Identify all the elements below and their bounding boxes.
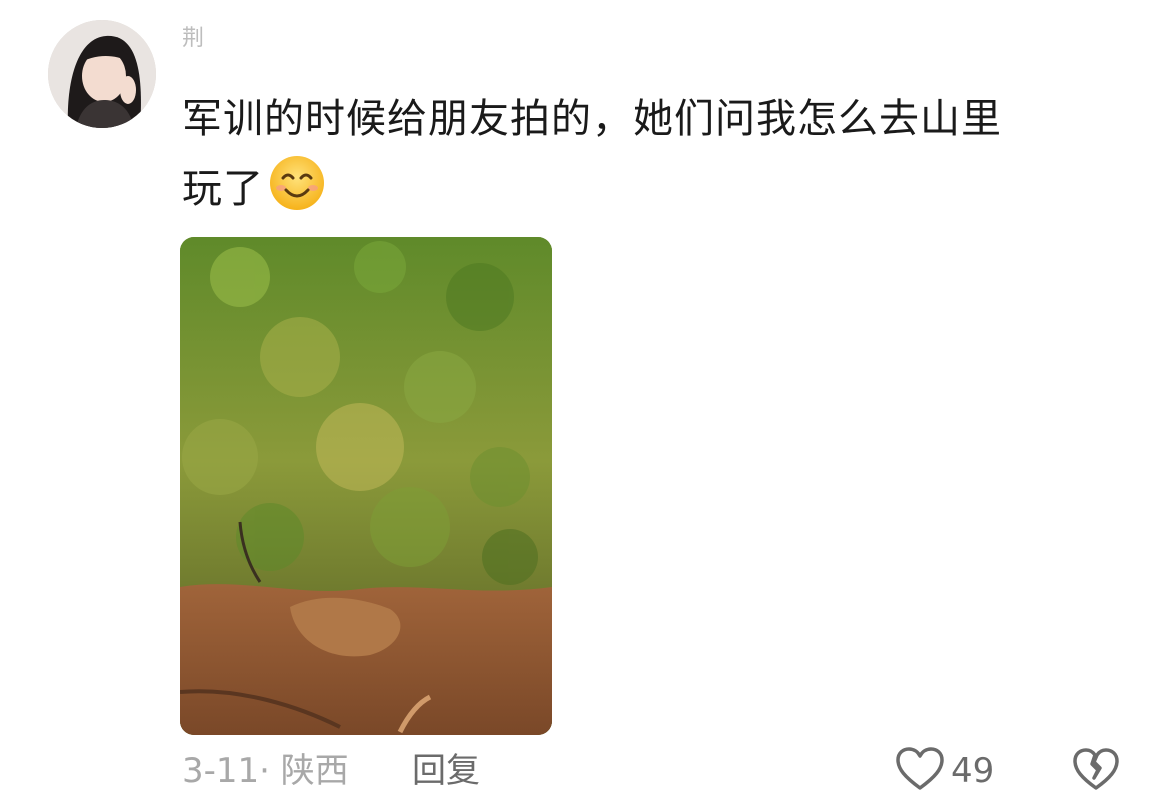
smiling-face-icon	[268, 154, 326, 212]
comment-text-line1: 军训的时候给朋友拍的，她们问我怎么去山里	[182, 96, 1002, 142]
avatar[interactable]	[48, 20, 156, 128]
like-count: 49	[951, 751, 995, 791]
comment-meta: 3-11· 陕西	[182, 748, 349, 794]
reply-button[interactable]: 回复	[412, 748, 480, 794]
heart-icon	[895, 746, 945, 796]
attached-photo[interactable]	[180, 237, 552, 735]
like-button[interactable]: 49	[895, 745, 994, 797]
meta-separator: ·	[259, 751, 270, 791]
comment-text-line2: 玩了	[182, 166, 264, 212]
comment-date: 3-11	[182, 751, 260, 791]
comment-item: 荆 军训的时候给朋友拍的，她们问我怎么去山里 玩了 3-11· 陕西 回复 49	[0, 0, 1169, 805]
dislike-button[interactable]	[1072, 746, 1120, 794]
broken-heart-icon	[1072, 748, 1120, 798]
username[interactable]: 荆	[182, 24, 204, 54]
comment-text: 军训的时候给朋友拍的，她们问我怎么去山里 玩了	[182, 84, 1132, 224]
comment-location: 陕西	[280, 751, 349, 791]
